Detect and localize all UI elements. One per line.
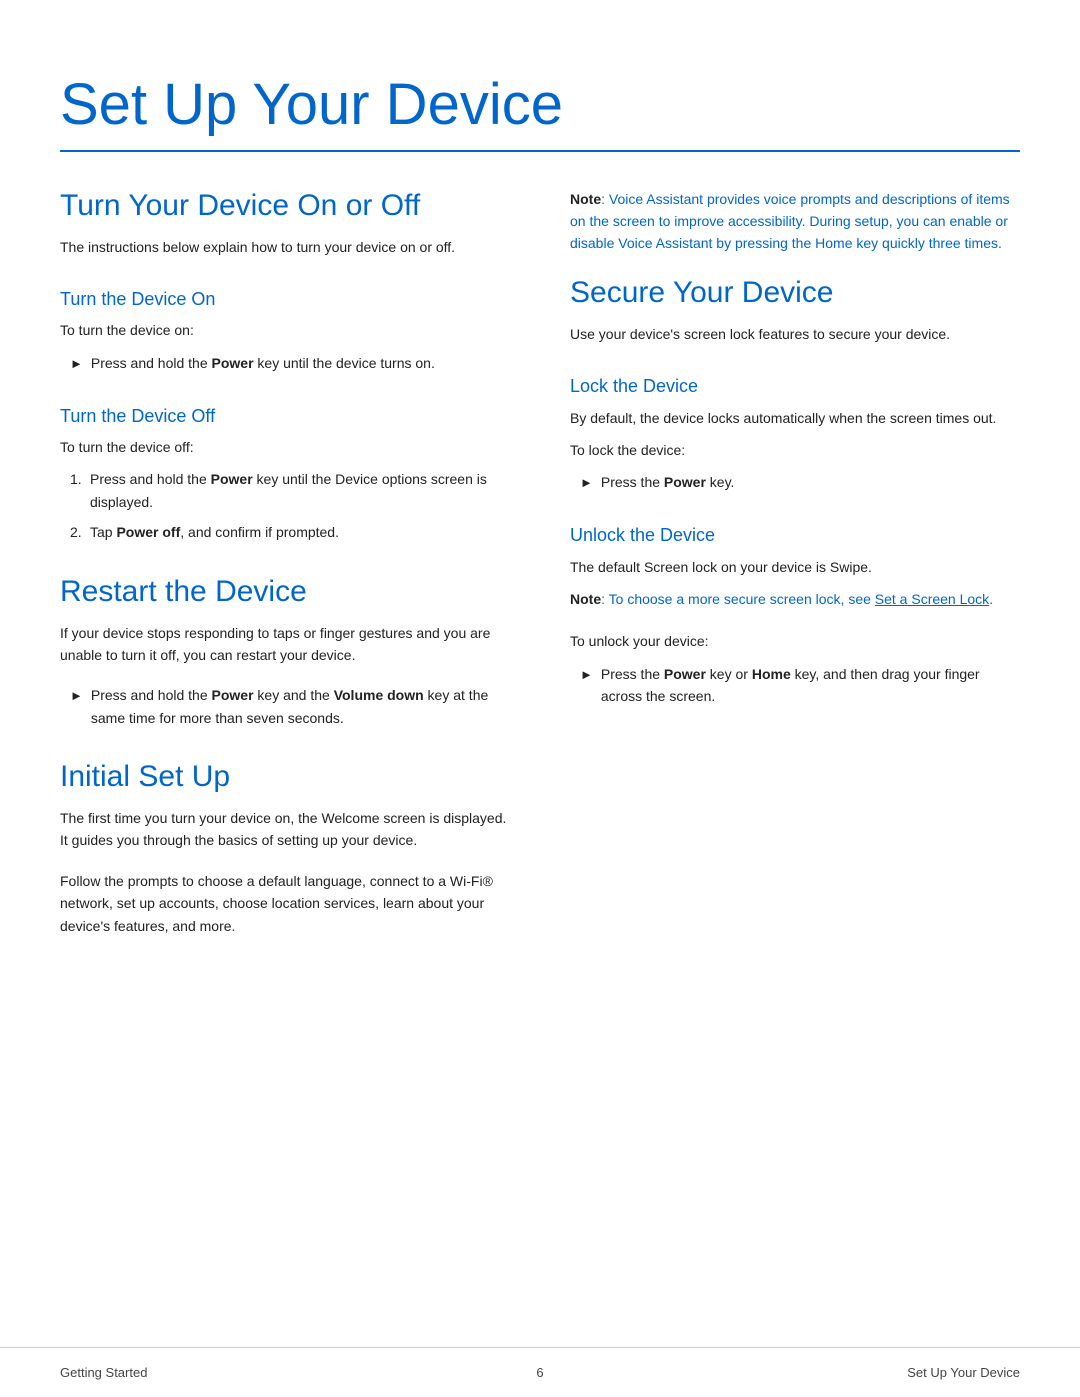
turn-off-intro: To turn the device off:	[60, 436, 510, 458]
restart-section: Restart the Device If your device stops …	[60, 574, 510, 730]
voice-assistant-note: Note: Voice Assistant provides voice pro…	[570, 188, 1020, 255]
bullet-arrow-restart-icon: ►	[70, 686, 83, 707]
restart-bullet-text: Press and hold the Power key and the Vol…	[91, 684, 510, 729]
lock-title: Lock the Device	[570, 375, 1020, 398]
turn-on-intro: To turn the device on:	[60, 319, 510, 341]
turn-on-bullet-text: Press and hold the Power key until the d…	[91, 352, 435, 374]
bullet-arrow-icon: ►	[70, 354, 83, 375]
unlock-title: Unlock the Device	[570, 524, 1020, 547]
lock-intro2: To lock the device:	[570, 439, 1020, 461]
restart-intro: If your device stops responding to taps …	[60, 622, 510, 667]
lock-subsection: Lock the Device By default, the device l…	[570, 375, 1020, 494]
footer-left: Getting Started	[60, 1365, 147, 1380]
footer-page-number: 6	[536, 1365, 543, 1380]
bullet-arrow-lock-icon: ►	[580, 473, 593, 494]
screen-lock-note-end: .	[989, 591, 993, 607]
secure-section: Secure Your Device Use your device's scr…	[570, 275, 1020, 345]
lock-bullet: ► Press the Power key.	[580, 471, 1020, 494]
left-column: Turn Your Device On or Off The instructi…	[60, 188, 510, 967]
page-footer: Getting Started 6 Set Up Your Device	[0, 1347, 1080, 1397]
turn-off-title: Turn the Device Off	[60, 405, 510, 428]
screen-lock-note: Note: To choose a more secure screen loc…	[570, 588, 1020, 610]
two-column-layout: Turn Your Device On or Off The instructi…	[60, 188, 1020, 967]
initial-setup-section: Initial Set Up The first time you turn y…	[60, 759, 510, 937]
turn-off-step-2: 2. Tap Power off, and confirm if prompte…	[70, 521, 510, 543]
turn-off-subsection: Turn the Device Off To turn the device o…	[60, 405, 510, 544]
turn-on-off-intro: The instructions below explain how to tu…	[60, 236, 510, 258]
secure-intro: Use your device's screen lock features t…	[570, 323, 1020, 345]
unlock-para1: The default Screen lock on your device i…	[570, 556, 1020, 578]
initial-setup-title: Initial Set Up	[60, 759, 510, 795]
screen-lock-note-text: : To choose a more secure screen lock, s…	[601, 591, 875, 607]
unlock-bullet-text: Press the Power key or Home key, and the…	[601, 663, 1020, 708]
lock-para1: By default, the device locks automatical…	[570, 407, 1020, 429]
main-content: Set Up Your Device Turn Your Device On o…	[0, 0, 1080, 1047]
turn-off-step-1: 1. Press and hold the Power key until th…	[70, 468, 510, 513]
right-column: Note: Voice Assistant provides voice pro…	[570, 188, 1020, 738]
lock-bullet-text: Press the Power key.	[601, 471, 735, 493]
unlock-bullet: ► Press the Power key or Home key, and t…	[580, 663, 1020, 708]
turn-off-steps: 1. Press and hold the Power key until th…	[70, 468, 510, 543]
page: Set Up Your Device Turn Your Device On o…	[0, 0, 1080, 1397]
secure-title: Secure Your Device	[570, 275, 1020, 311]
page-title: Set Up Your Device	[60, 40, 1020, 140]
initial-setup-para1: The first time you turn your device on, …	[60, 807, 510, 852]
unlock-intro2: To unlock your device:	[570, 630, 1020, 652]
turn-on-title: Turn the Device On	[60, 288, 510, 311]
turn-on-bullet: ► Press and hold the Power key until the…	[70, 352, 510, 375]
initial-setup-para2: Follow the prompts to choose a default l…	[60, 870, 510, 937]
turn-on-off-section: Turn Your Device On or Off The instructi…	[60, 188, 510, 258]
screen-lock-link[interactable]: Set a Screen Lock	[875, 591, 989, 607]
title-divider	[60, 150, 1020, 152]
screen-lock-note-label: Note	[570, 591, 601, 607]
note-text: : Voice Assistant provides voice prompts…	[570, 191, 1010, 252]
footer-right: Set Up Your Device	[907, 1365, 1020, 1380]
turn-on-subsection: Turn the Device On To turn the device on…	[60, 288, 510, 375]
restart-title: Restart the Device	[60, 574, 510, 610]
bullet-arrow-unlock-icon: ►	[580, 665, 593, 686]
note-label: Note	[570, 191, 601, 207]
restart-bullet: ► Press and hold the Power key and the V…	[70, 684, 510, 729]
unlock-subsection: Unlock the Device The default Screen loc…	[570, 524, 1020, 707]
turn-on-off-title: Turn Your Device On or Off	[60, 188, 510, 224]
